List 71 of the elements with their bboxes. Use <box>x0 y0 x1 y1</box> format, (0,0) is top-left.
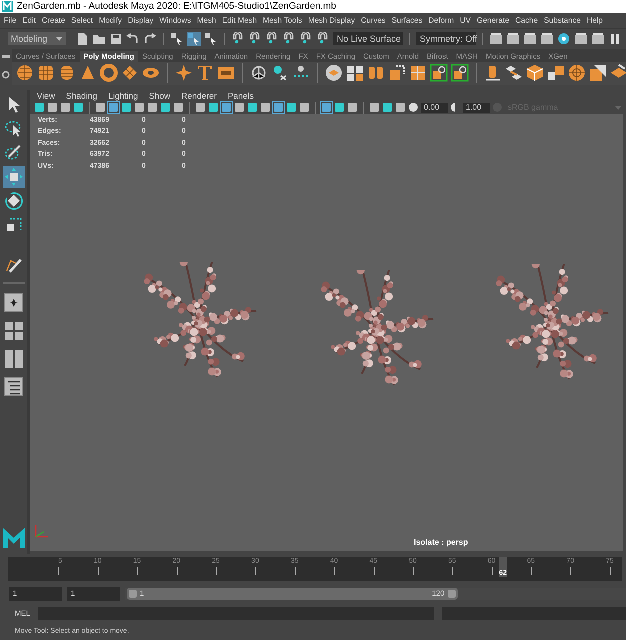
save-icon[interactable] <box>109 32 123 46</box>
magnet-icon[interactable] <box>265 32 279 46</box>
viewport-toolbar-icon[interactable] <box>382 102 393 114</box>
sphere-icon[interactable] <box>16 64 34 82</box>
viewport-toolbar-icon[interactable] <box>147 102 158 114</box>
gamma-field[interactable]: 1.00 <box>463 102 490 113</box>
isolate-label: Isolate : persp <box>414 538 468 548</box>
bevel-icon[interactable] <box>526 64 544 82</box>
panel-menu-item[interactable]: Shading <box>66 90 98 101</box>
viewport-toolbar-icon[interactable] <box>121 102 132 114</box>
magnet-icon[interactable] <box>231 32 245 46</box>
panel-menu-item[interactable]: View <box>37 90 56 101</box>
outliner-layout-icon[interactable] <box>4 376 24 397</box>
tool-button[interactable] <box>2 190 24 212</box>
caret-icon <box>56 36 63 41</box>
viewport-toolbar-icon[interactable] <box>234 102 245 114</box>
viewport-toolbar-icon[interactable] <box>299 102 310 114</box>
window-title: ZenGarden.mb - Autodesk Maya 2020: E:\ITGM405-Studio1\ZenGarden.mb <box>17 0 336 12</box>
rotate-tool-icon <box>4 190 24 211</box>
pause-icon[interactable] <box>608 32 622 46</box>
viewport-toolbar-icon[interactable] <box>260 102 271 114</box>
viewport-toolbar-icon[interactable] <box>321 102 332 114</box>
panel-menu-item[interactable]: Show <box>149 90 171 101</box>
tool-button[interactable] <box>2 166 24 188</box>
viewport-toolbar-icon[interactable] <box>347 102 358 114</box>
viewport-toolbar-icon[interactable] <box>95 102 106 114</box>
magnet-icon[interactable] <box>282 32 296 46</box>
viewport-toolbar-icon[interactable] <box>334 102 345 114</box>
lasso-select-icon <box>4 118 24 139</box>
redo-icon[interactable] <box>143 32 157 46</box>
viewport-toolbar-icon[interactable] <box>108 102 119 114</box>
viewport-toolbar-icon[interactable] <box>208 102 219 114</box>
exposure-field[interactable]: 0.00 <box>421 102 448 113</box>
two-view-icon[interactable] <box>4 348 24 369</box>
settings-icon[interactable] <box>2 70 10 78</box>
panel-menu-item[interactable]: Panels <box>228 90 254 101</box>
axis-icon <box>34 523 50 540</box>
viewport-toolbar-icon[interactable] <box>160 102 171 114</box>
symmetry-dropdown[interactable]: Symmetry: Off <box>416 32 476 46</box>
move-tool-icon <box>4 166 24 187</box>
viewport-toolbar-icon[interactable] <box>273 102 284 114</box>
viewport-toolbar-icon[interactable] <box>47 102 58 114</box>
viewport-toolbar-icon[interactable] <box>34 102 45 114</box>
viewport-toolbar-icon[interactable] <box>286 102 297 114</box>
viewport-toolbar-icon[interactable] <box>369 102 380 114</box>
viewport-toolbar-icon[interactable] <box>73 102 84 114</box>
panel-menu-item[interactable]: Renderer <box>182 90 217 101</box>
four-view-icon[interactable] <box>4 320 24 341</box>
torus-icon[interactable] <box>100 64 118 82</box>
viewport-toolbar-icon[interactable] <box>221 102 232 114</box>
viewport-toolbar-icon[interactable] <box>173 102 184 114</box>
panel-menu-item[interactable]: Lighting <box>108 90 138 101</box>
magnet-icon[interactable] <box>248 32 262 46</box>
undo-icon[interactable] <box>126 32 140 46</box>
viewport-toolbar-icon[interactable] <box>395 102 406 114</box>
type-tool-icon[interactable] <box>196 64 214 82</box>
file-icon[interactable] <box>75 32 89 46</box>
cube-icon[interactable] <box>37 64 55 82</box>
mode-dropdown[interactable]: Modeling <box>8 32 66 46</box>
viewport-toolbar-icon[interactable] <box>195 102 206 114</box>
cylinder-icon[interactable] <box>58 64 76 82</box>
live-surface-field[interactable]: No Live Surface <box>333 32 403 46</box>
range-slider-bar[interactable] <box>127 588 458 600</box>
viewport-toolbar-icon[interactable] <box>60 102 71 114</box>
magnet-icon[interactable] <box>316 32 330 46</box>
viewport-toolbar-icon[interactable] <box>247 102 258 114</box>
single-view-icon[interactable] <box>4 292 24 313</box>
magnet-icon[interactable] <box>299 32 313 46</box>
viewport-toolbar-icon[interactable] <box>134 102 145 114</box>
caret-icon <box>615 106 622 110</box>
star-icon[interactable] <box>175 64 193 82</box>
